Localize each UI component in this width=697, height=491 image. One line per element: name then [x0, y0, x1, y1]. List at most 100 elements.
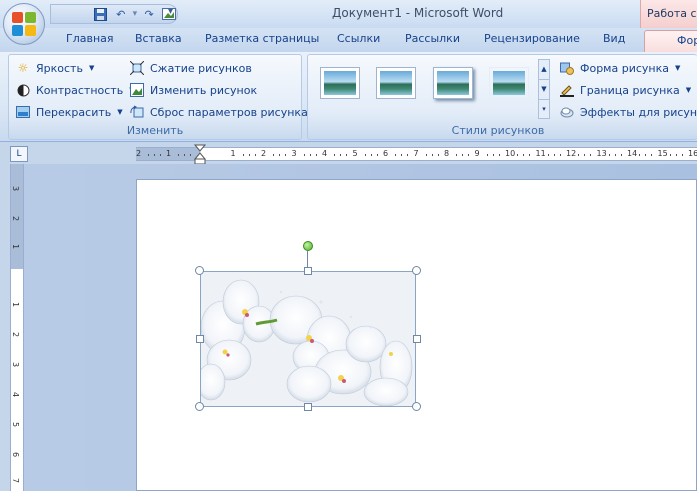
- picture-shape-button[interactable]: Форма рисунка ▼: [559, 59, 680, 77]
- title-bar: ↶ ▾ ↷ ▾ Документ1 - Microsoft Word Работ…: [0, 0, 697, 28]
- ruler-tick: [431, 154, 433, 156]
- adjust-group-label: Изменить: [126, 124, 184, 137]
- ruler-tick: [248, 154, 250, 156]
- ruler-tick: [559, 154, 561, 156]
- recolor-button[interactable]: Перекрасить ▼: [15, 103, 123, 121]
- ruler-tick: [639, 154, 640, 156]
- redo-icon[interactable]: ↷: [141, 6, 157, 22]
- horizontal-ruler-area: L 2 1 1 2 3 4 5 6 7 8 9 10 11 12 13 14 15 16: [0, 142, 697, 165]
- gallery-more-icon[interactable]: ▾: [539, 100, 549, 120]
- chevron-down-icon: ▼: [674, 64, 681, 72]
- ruler-number: 5: [352, 149, 358, 158]
- picture-border-label: Граница рисунка: [580, 83, 680, 97]
- resize-handle-left[interactable]: [196, 335, 204, 343]
- ruler-tick: [160, 154, 161, 156]
- compress-pictures-button[interactable]: Сжатие рисунков: [129, 59, 252, 77]
- ruler-tick: [492, 154, 494, 156]
- ruler-tick: [334, 154, 335, 156]
- resize-handle-bottom-left[interactable]: [195, 402, 204, 411]
- picture-style-thumb-3[interactable]: [433, 67, 473, 99]
- ruler-number: 12: [566, 149, 577, 158]
- tab-selector-button[interactable]: L: [10, 146, 28, 162]
- ruler-tick: [517, 154, 518, 156]
- ruler-tick: [425, 154, 427, 156]
- office-button[interactable]: [3, 3, 45, 45]
- customize-qat-icon[interactable]: ▾: [168, 6, 173, 17]
- ruler-tick: [279, 154, 280, 156]
- ruler-number: 3: [11, 185, 21, 192]
- chevron-down-icon: ▼: [117, 108, 123, 116]
- ribbon-tabs: Главная Вставка Разметка страницы Ссылки…: [0, 28, 697, 52]
- ruler-tick: [254, 154, 256, 156]
- resize-handle-bottom[interactable]: [304, 403, 312, 411]
- ruler-tick: [675, 154, 677, 156]
- ruler-tick: [346, 154, 347, 156]
- ruler-number: 3: [11, 361, 21, 368]
- picture-style-thumb-2[interactable]: [376, 67, 416, 99]
- resize-handle-top-right[interactable]: [412, 266, 421, 275]
- chevron-down-icon: ▼: [88, 64, 95, 72]
- chevron-down-icon[interactable]: ▾: [133, 9, 138, 19]
- ruler-tick: [547, 154, 549, 156]
- ruler-number: 16: [688, 149, 697, 158]
- gallery-down-icon[interactable]: ▼: [539, 80, 549, 100]
- tab-home[interactable]: Главная: [66, 32, 114, 45]
- ruler-number: 2: [11, 331, 21, 338]
- ruler-tick: [523, 154, 524, 156]
- ruler-tick: [376, 154, 378, 156]
- picture-border-button[interactable]: Граница рисунка ▼: [559, 81, 691, 99]
- tab-insert[interactable]: Вставка: [135, 32, 182, 45]
- ruler-tick: [578, 154, 579, 156]
- horizontal-ruler[interactable]: 2 1 1 2 3 4 5 6 7 8 9 10 11 12 13 14 15 16: [136, 144, 697, 165]
- recolor-label: Перекрасить: [36, 105, 112, 119]
- ruler-tick: [285, 154, 286, 156]
- ruler-tick: [486, 154, 488, 156]
- ruler-tick: [370, 154, 372, 156]
- ruler-tick: [184, 154, 185, 156]
- contrast-icon: [15, 82, 31, 98]
- reset-picture-button[interactable]: Сброс параметров рисунка: [129, 103, 308, 121]
- reset-picture-label: Сброс параметров рисунка: [150, 105, 308, 119]
- ruler-tick: [553, 154, 555, 156]
- resize-handle-top[interactable]: [304, 267, 312, 275]
- gallery-up-icon[interactable]: ▲: [539, 60, 549, 80]
- selected-picture[interactable]: [200, 271, 416, 407]
- picture-style-thumb-4[interactable]: [489, 67, 529, 99]
- resize-handle-right[interactable]: [413, 335, 421, 343]
- ruler-number: 4: [11, 391, 21, 398]
- resize-handle-bottom-right[interactable]: [412, 402, 421, 411]
- undo-icon[interactable]: ↶: [113, 6, 129, 22]
- tab-mailings[interactable]: Рассылки: [405, 32, 460, 45]
- picture-effects-label: Эффекты для рисунка: [580, 105, 697, 119]
- tab-page-layout[interactable]: Разметка страницы: [205, 32, 319, 45]
- tab-view[interactable]: Вид: [603, 32, 625, 45]
- ruler-number: 14: [627, 149, 638, 158]
- change-picture-icon: [129, 82, 145, 98]
- tab-references[interactable]: Ссылки: [337, 32, 380, 45]
- picture-effects-button[interactable]: Эффекты для рисунка: [559, 103, 697, 121]
- vertical-ruler[interactable]: 3 2 1 1 2 3 4 5 6 7: [10, 164, 24, 491]
- change-picture-button[interactable]: Изменить рисунок: [129, 81, 257, 99]
- window-title: Документ1 - Microsoft Word: [332, 6, 504, 20]
- picture-shape-label: Форма рисунка: [580, 61, 669, 75]
- contrast-button[interactable]: Контрастность ▼: [15, 81, 135, 99]
- rotation-handle[interactable]: [303, 241, 313, 251]
- ruler-tick: [498, 154, 500, 156]
- ruler-number: 1: [230, 149, 236, 158]
- resize-handle-top-left[interactable]: [195, 266, 204, 275]
- tab-format[interactable]: Формат: [644, 30, 697, 52]
- indent-marker-icon[interactable]: [194, 144, 206, 166]
- recolor-icon: [15, 104, 31, 120]
- brightness-button[interactable]: ☼ Яркость ▼: [15, 59, 95, 77]
- ruler-number: 13: [596, 149, 607, 158]
- ruler-tick: [462, 154, 463, 156]
- tab-review[interactable]: Рецензирование: [484, 32, 580, 45]
- save-icon[interactable]: [93, 6, 109, 22]
- brightness-label: Яркость: [36, 61, 83, 75]
- ruler-tick: [401, 154, 402, 156]
- ruler-tick: [645, 154, 646, 156]
- picture-style-thumb-1[interactable]: [320, 67, 360, 99]
- ruler-tick: [620, 154, 622, 156]
- ruler-number: 5: [11, 421, 21, 428]
- style-gallery-scroll[interactable]: ▲ ▼ ▾: [538, 59, 550, 119]
